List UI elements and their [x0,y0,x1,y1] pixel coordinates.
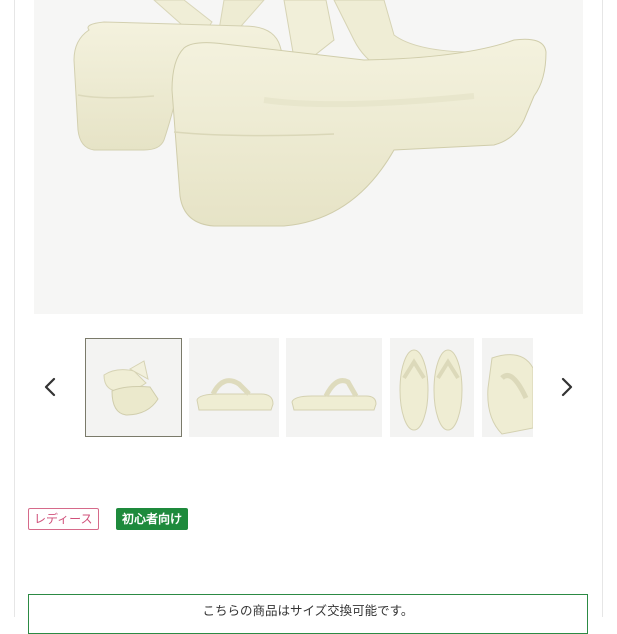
thumbnail-top-pair[interactable] [390,338,474,437]
size-exchange-notice-text: こちらの商品はサイズ交換可能です。 [202,603,414,618]
chevron-right-icon [561,377,573,397]
thumbnail-close-up[interactable] [482,338,533,437]
page-border-right [602,0,603,617]
chevron-left-icon [44,377,56,397]
carousel-next-button[interactable] [549,368,585,406]
thumbnail-side-profile[interactable] [286,338,382,437]
carousel-prev-button[interactable] [32,368,68,406]
size-exchange-notice: こちらの商品はサイズ交換可能です。 [28,594,588,634]
thumbnail-side[interactable] [189,338,279,437]
thumbnail-pair-rear[interactable] [85,338,182,437]
main-product-image[interactable] [34,0,583,314]
tag-ladies: レディース [28,508,99,530]
page-border-left [14,0,15,617]
tag-beginner: 初心者向け [116,508,189,530]
